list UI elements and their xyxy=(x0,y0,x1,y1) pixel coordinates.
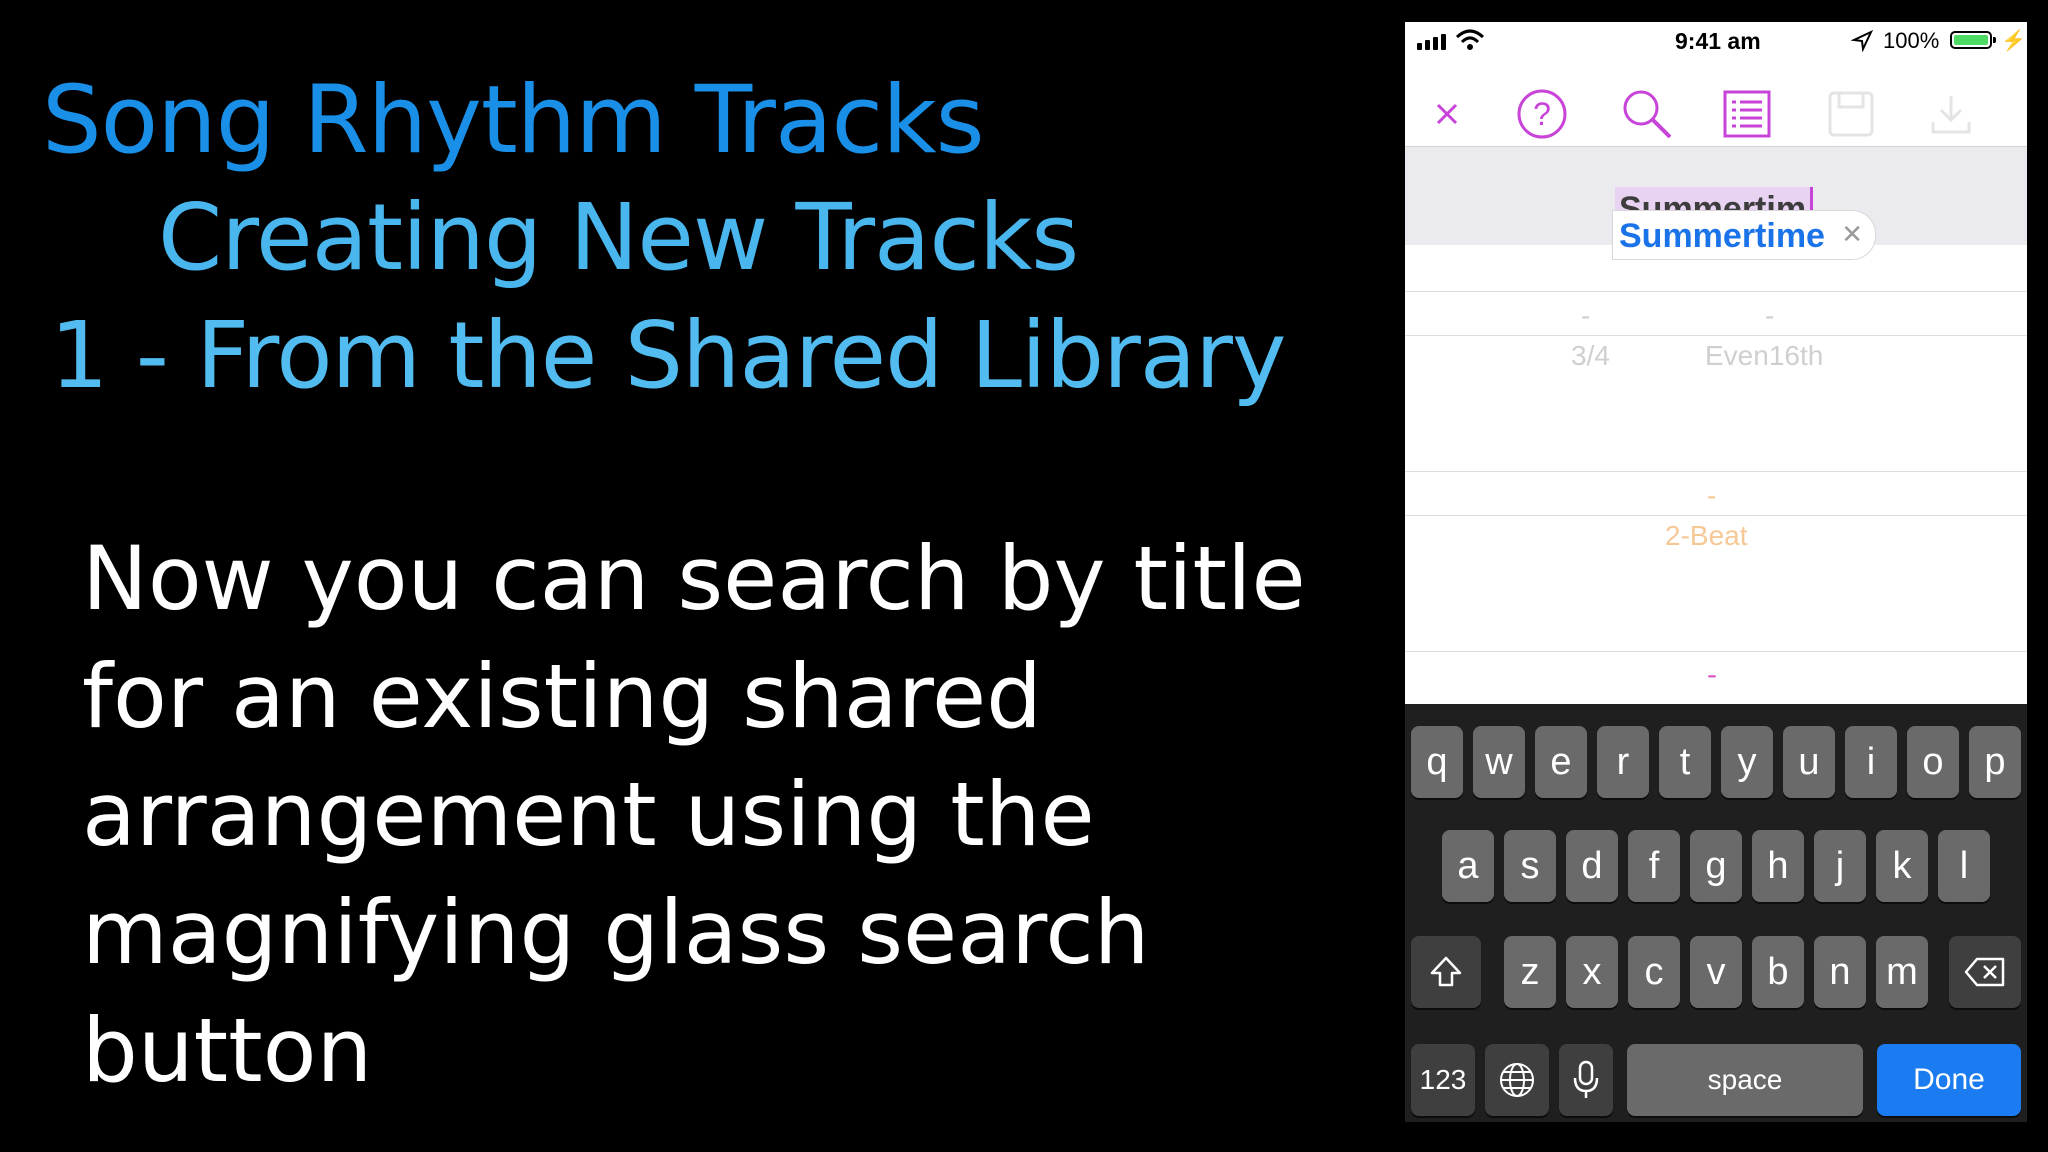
shift-key[interactable] xyxy=(1411,936,1481,1008)
close-icon[interactable] xyxy=(1417,84,1477,144)
row-value: - xyxy=(1765,300,1775,331)
delete-key[interactable] xyxy=(1949,936,2021,1008)
key-v[interactable]: v xyxy=(1690,936,1742,1008)
location-icon xyxy=(1850,29,1874,58)
key-m[interactable]: m xyxy=(1876,936,1928,1008)
charging-icon: ⚡ xyxy=(2001,30,2026,52)
battery-percentage: 100% xyxy=(1883,28,1940,53)
slide-section-title: 1 - From the Shared Library xyxy=(50,302,1286,409)
svg-text:?: ? xyxy=(1533,96,1551,132)
help-icon[interactable]: ? xyxy=(1512,84,1572,144)
time-signature: 3/4 xyxy=(1571,340,1610,371)
search-icon[interactable] xyxy=(1617,84,1677,144)
status-bar: 9:41 am 100% ⚡ xyxy=(1405,22,2027,62)
save-icon[interactable] xyxy=(1821,84,1881,144)
body-line: arrangement using the xyxy=(82,763,1095,866)
dismiss-suggestion-icon[interactable]: ✕ xyxy=(1841,219,1863,250)
battery-tip xyxy=(1993,37,1996,43)
globe-icon xyxy=(1500,1063,1534,1097)
slide-title: Song Rhythm Tracks xyxy=(42,66,985,175)
done-button[interactable]: Done xyxy=(1877,1044,2021,1116)
key-a[interactable]: a xyxy=(1442,830,1494,902)
key-k[interactable]: k xyxy=(1876,830,1928,902)
divider xyxy=(1405,471,2027,472)
microphone-key[interactable] xyxy=(1559,1044,1613,1116)
divider xyxy=(1405,651,2027,652)
microphone-icon xyxy=(1573,1060,1599,1098)
key-o[interactable]: o xyxy=(1907,726,1959,798)
suggestion-text: Summertime xyxy=(1619,217,1825,255)
key-f[interactable]: f xyxy=(1628,830,1680,902)
style-label: 2-Beat xyxy=(1665,520,1748,551)
key-h[interactable]: h xyxy=(1752,830,1804,902)
status-time: 9:41 am xyxy=(1675,28,1761,54)
slide-subtitle: Creating New Tracks xyxy=(158,184,1079,291)
key-e[interactable]: e xyxy=(1535,726,1587,798)
body-line: magnifying glass search xyxy=(82,881,1150,984)
key-g[interactable]: g xyxy=(1690,830,1742,902)
key-z[interactable]: z xyxy=(1504,936,1556,1008)
key-x[interactable]: x xyxy=(1566,936,1618,1008)
key-q[interactable]: q xyxy=(1411,726,1463,798)
divider xyxy=(1405,515,2027,516)
key-l[interactable]: l xyxy=(1938,830,1990,902)
divider xyxy=(1405,291,2027,292)
globe-key[interactable] xyxy=(1485,1044,1549,1116)
numbers-key[interactable]: 123 xyxy=(1411,1044,1475,1116)
key-p[interactable]: p xyxy=(1969,726,2021,798)
key-j[interactable]: j xyxy=(1814,830,1866,902)
key-c[interactable]: c xyxy=(1628,936,1680,1008)
keyboard: q w e r t y u i o p a s d f g h j k l z … xyxy=(1405,704,2027,1122)
row-value: - xyxy=(1707,480,1717,511)
space-key[interactable]: space xyxy=(1627,1044,1863,1116)
key-n[interactable]: n xyxy=(1814,936,1866,1008)
row-value: - xyxy=(1707,658,1717,691)
phone-screen: 9:41 am 100% ⚡ ? Summertim Summertime ✕ … xyxy=(1405,22,2027,1122)
key-u[interactable]: u xyxy=(1783,726,1835,798)
signal-icon xyxy=(1417,34,1446,50)
battery-icon xyxy=(1950,31,1992,49)
groove-label: Even16th xyxy=(1705,340,1824,371)
key-r[interactable]: r xyxy=(1597,726,1649,798)
wifi-icon xyxy=(1455,28,1485,58)
body-line: for an existing shared xyxy=(82,645,1042,748)
key-i[interactable]: i xyxy=(1845,726,1897,798)
row-value: - xyxy=(1581,300,1591,331)
download-icon[interactable] xyxy=(1921,84,1981,144)
key-t[interactable]: t xyxy=(1659,726,1711,798)
slide-body: Now you can search by title for an exist… xyxy=(82,520,1312,1110)
body-line: Now you can search by title xyxy=(82,527,1306,630)
key-b[interactable]: b xyxy=(1752,936,1804,1008)
key-y[interactable]: y xyxy=(1721,726,1773,798)
key-s[interactable]: s xyxy=(1504,830,1556,902)
body-line: button xyxy=(82,999,373,1102)
divider xyxy=(1405,335,2027,336)
shift-icon xyxy=(1430,956,1462,987)
list-icon[interactable] xyxy=(1717,84,1777,144)
autocomplete-suggestion[interactable]: Summertime ✕ xyxy=(1612,210,1876,260)
key-w[interactable]: w xyxy=(1473,726,1525,798)
key-d[interactable]: d xyxy=(1566,830,1618,902)
backspace-icon xyxy=(1964,957,2005,987)
